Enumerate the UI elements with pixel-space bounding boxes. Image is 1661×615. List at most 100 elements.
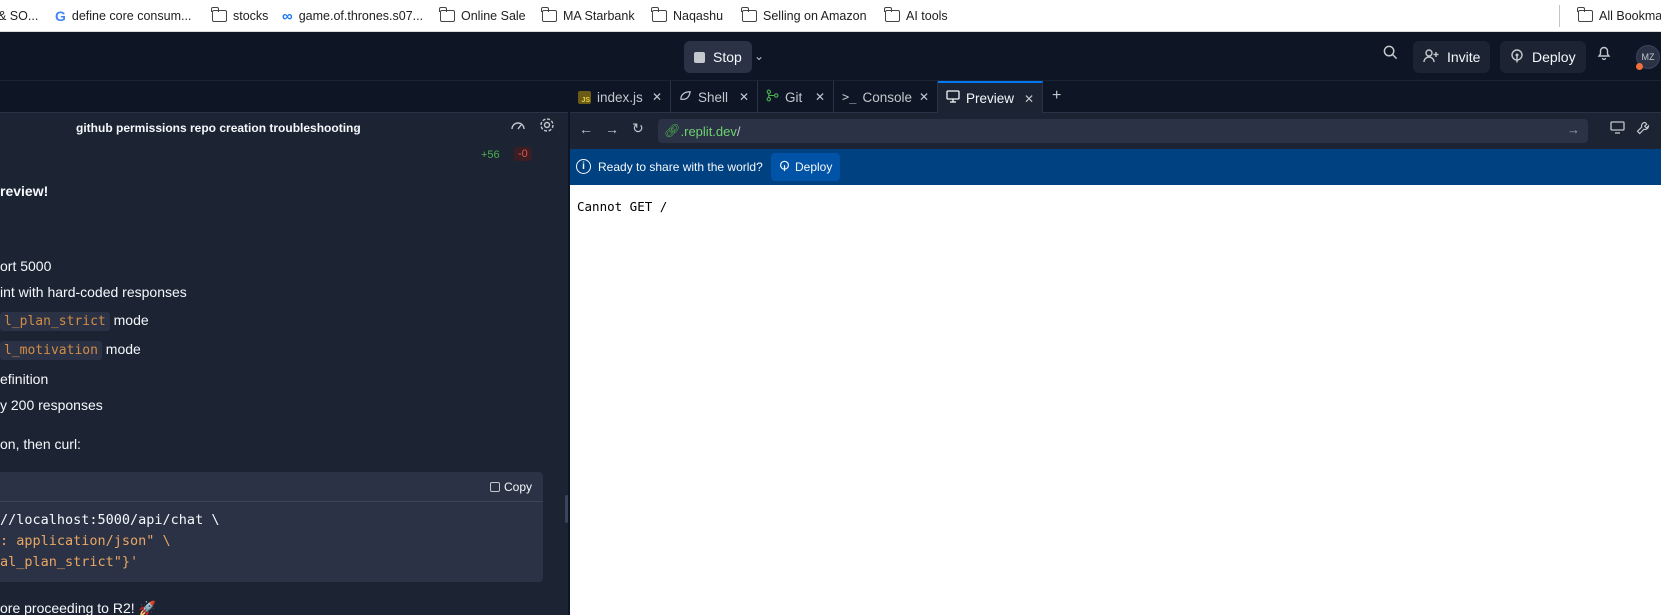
chevron-down-icon[interactable]: ⌄	[754, 49, 764, 63]
stop-label: Stop	[713, 49, 742, 65]
tab-label: Shell	[698, 89, 729, 105]
diff-removed-count: -0	[514, 147, 532, 161]
tab-bar: JS index.js ✕ Shell ✕ Git ✕ >_ Console ✕…	[570, 81, 1661, 113]
review-heading: review!	[0, 183, 49, 199]
copy-icon	[490, 482, 500, 492]
bookmark-label: MA Starbank	[563, 9, 635, 23]
tab-label: index.js	[597, 89, 643, 105]
mode-suffix: mode	[101, 341, 141, 357]
chat-line: int with hard-coded responses	[0, 284, 187, 300]
bookmark-folder[interactable]: stocks	[211, 0, 268, 31]
bookmark-folder[interactable]: Selling on Amazon	[741, 0, 867, 31]
add-user-icon	[1423, 48, 1439, 66]
folder-icon	[211, 7, 227, 22]
google-icon: G	[55, 8, 66, 24]
monitor-icon	[946, 90, 960, 106]
bookmark-folder[interactable]: AI tools	[884, 0, 948, 31]
devices-icon[interactable]	[1610, 121, 1625, 137]
close-icon[interactable]: ✕	[652, 90, 662, 104]
copy-button[interactable]: Copy	[490, 480, 532, 494]
deploy-icon	[1510, 48, 1524, 66]
console-icon: >_	[842, 90, 857, 104]
code-block: Copy //localhost:5000/api/chat \ : appli…	[0, 472, 543, 582]
inline-code: l_motivation	[0, 341, 102, 360]
bookmark-label: Online Sale	[461, 9, 526, 23]
folder-icon	[541, 7, 557, 22]
wrench-icon[interactable]	[1636, 121, 1650, 138]
code-block-toolbar	[0, 472, 543, 502]
folder-icon	[439, 7, 455, 22]
bell-icon[interactable]	[1597, 45, 1611, 65]
chat-line: efinition	[0, 371, 49, 387]
banner-text: Ready to share with the world?	[598, 160, 763, 174]
close-icon[interactable]: ✕	[919, 90, 929, 104]
close-icon[interactable]: ✕	[739, 90, 749, 104]
bookmark-label: Naqashu	[673, 9, 724, 23]
bookmark-item[interactable]: & SO...	[0, 0, 39, 31]
invite-button[interactable]: Invite	[1413, 41, 1491, 73]
chat-line: ort 5000	[0, 258, 52, 274]
tab-console[interactable]: >_ Console ✕	[834, 81, 938, 113]
refresh-icon[interactable]: ↻	[632, 120, 644, 137]
chat-line-mode: l_plan_strict mode	[0, 312, 149, 331]
chat-line: ore proceeding to R2! 🚀	[0, 600, 156, 615]
bookmark-label: & SO...	[0, 9, 39, 23]
back-arrow-icon[interactable]: ←	[579, 121, 593, 137]
bookmark-folder[interactable]: Online Sale	[439, 0, 526, 31]
deploy-button[interactable]: Deploy	[1500, 41, 1586, 73]
git-icon	[766, 89, 779, 105]
diff-added-count: +56	[481, 149, 500, 161]
gear-icon[interactable]	[539, 117, 555, 137]
deploy-label: Deploy	[1532, 49, 1576, 65]
banner-deploy-label: Deploy	[795, 160, 833, 174]
link-icon: 🔗︎	[664, 123, 681, 138]
add-tab-icon[interactable]: +	[1052, 87, 1061, 105]
folder-icon	[741, 7, 757, 22]
bookmark-folder[interactable]: Naqashu	[651, 0, 724, 31]
copy-label: Copy	[504, 480, 533, 494]
stop-icon	[694, 51, 705, 63]
chat-title[interactable]: github permissions repo creation trouble…	[76, 121, 361, 135]
js-file-icon: JS	[578, 90, 591, 104]
workspace-header: Stop ⌄ Invite Deploy MZ	[0, 32, 1661, 81]
forward-arrow-icon[interactable]: →	[605, 121, 619, 137]
go-arrow-icon[interactable]: →	[1567, 122, 1580, 137]
tab-index-js[interactable]: JS index.js ✕	[570, 81, 671, 113]
banner-deploy-button[interactable]: Deploy	[771, 153, 841, 181]
gauge-icon[interactable]	[510, 117, 526, 135]
deploy-icon	[779, 160, 790, 175]
agent-chat-panel: github permissions repo creation trouble…	[0, 81, 568, 615]
tab-preview[interactable]: Preview ✕	[938, 81, 1043, 113]
bookmark-folder[interactable]: MA Starbank	[541, 0, 635, 31]
close-icon[interactable]: ✕	[815, 90, 825, 104]
folder-icon	[1577, 7, 1593, 22]
tab-git[interactable]: Git ✕	[758, 81, 834, 113]
bookmarks-divider	[1559, 5, 1560, 27]
search-icon[interactable]	[1383, 45, 1398, 65]
bookmarks-bar: & SO... G define core consum... stocks ∞…	[0, 0, 1661, 32]
bookmark-label: game.of.thrones.s07...	[298, 9, 424, 23]
url-input[interactable]: 🔗︎ .replit.dev / →	[658, 119, 1588, 143]
info-icon: i	[576, 159, 591, 174]
folder-icon	[651, 7, 667, 22]
chat-line-mode: l_motivation mode	[0, 341, 141, 360]
all-bookmarks[interactable]: All Bookma	[1577, 0, 1661, 31]
code-line: //localhost:5000/api/chat \	[0, 512, 220, 528]
bookmark-label: Selling on Amazon	[763, 9, 867, 23]
resize-handle[interactable]	[565, 495, 568, 523]
bookmark-label: AI tools	[906, 9, 948, 23]
preview-viewport[interactable]: Cannot GET /	[570, 185, 1661, 615]
preview-url-bar: ← → ↻ 🔗︎ .replit.dev / →	[570, 113, 1661, 149]
code-line: : application/json" \	[0, 533, 171, 549]
url-path: /	[736, 123, 741, 139]
close-icon[interactable]: ✕	[1024, 92, 1034, 106]
bookmark-item[interactable]: ∞ game.of.thrones.s07...	[282, 0, 424, 31]
shell-icon	[679, 89, 692, 105]
code-line: al_plan_strict"}'	[0, 554, 139, 570]
all-bookmarks-label: All Bookma	[1599, 9, 1661, 23]
stop-button[interactable]: Stop	[684, 41, 752, 73]
bookmark-item[interactable]: G define core consum...	[55, 0, 191, 31]
tab-shell[interactable]: Shell ✕	[671, 81, 758, 113]
tab-label: Preview	[966, 90, 1015, 106]
chevron-down-icon[interactable]: ⌄	[352, 122, 360, 133]
